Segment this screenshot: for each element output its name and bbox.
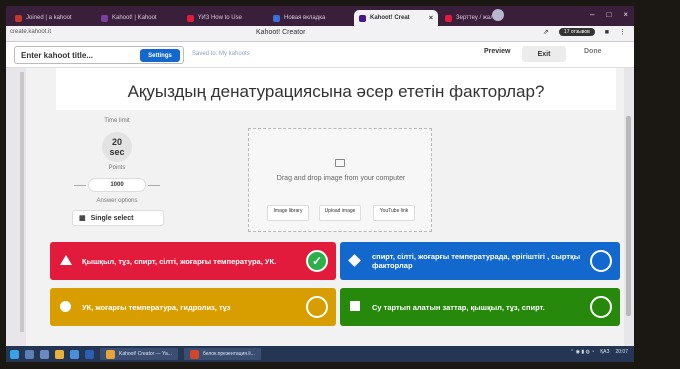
- url-field[interactable]: create.kahoot.it: [10, 29, 51, 35]
- image-library-button[interactable]: Image library: [267, 205, 309, 221]
- correct-answer-toggle[interactable]: [590, 296, 612, 318]
- extension-icon[interactable]: ⇗: [543, 28, 549, 36]
- time-unit: sec: [109, 147, 125, 157]
- points-label: Points: [108, 165, 126, 171]
- points-selector[interactable]: 1000: [88, 178, 146, 192]
- minimize-icon[interactable]: –: [590, 10, 594, 19]
- address-bar: create.kahoot.it Kahoot! Creator ⇗ 17 от…: [6, 26, 634, 42]
- taskbar-app-powerpoint[interactable]: белок.презентация.li...: [183, 348, 261, 360]
- diamond-icon: [348, 254, 361, 267]
- menu-icon[interactable]: ⋮: [619, 28, 626, 36]
- browser-tab[interactable]: Kahoot! | Kahoot: [96, 10, 180, 26]
- kahoot-header: Enter kahoot title... Settings Saved to:…: [6, 42, 634, 68]
- answer-text[interactable]: Қышқыл, тұз, спирт, сілті, жоғарғы темпе…: [82, 257, 276, 266]
- circle-icon: [60, 301, 71, 312]
- system-tray: ⌃ ◉ ▮ ◍ ◔ ҚАЗ 20:07: [570, 349, 628, 355]
- preview-button[interactable]: Preview: [484, 48, 510, 55]
- answer-option-1[interactable]: Қышқыл, тұз, спирт, сілті, жоғарғы темпе…: [50, 242, 336, 280]
- settings-button[interactable]: Settings: [140, 49, 180, 62]
- browser-tab-strip: Joined | a kahoot Kahoot! | Kahoot ҮИЗ H…: [6, 6, 634, 26]
- window-controls: – □ ×: [590, 10, 628, 19]
- tray-icons[interactable]: ⌃ ◉ ▮ ◍ ◔: [570, 349, 594, 355]
- answer-text[interactable]: УК, жоғарғы температура, гидролиз, тұз: [82, 303, 231, 312]
- tab-favicon-icon: [15, 14, 22, 22]
- browser-tab[interactable]: Joined | a kahoot: [10, 10, 94, 26]
- tab-favicon-icon: [445, 14, 452, 22]
- search-icon[interactable]: [25, 349, 34, 359]
- start-icon[interactable]: [10, 349, 19, 359]
- tab-favicon-icon: [101, 14, 108, 22]
- correct-answer-toggle[interactable]: ✓: [306, 250, 328, 272]
- browser-extensions: ⇗ 17 отзывов ■ ⋮: [543, 28, 626, 36]
- browser-tab[interactable]: Новая вкладка: [268, 10, 352, 26]
- bookmark-icon[interactable]: ■: [605, 29, 609, 36]
- correct-answer-toggle[interactable]: [590, 250, 612, 272]
- answer-options-label: Answer options: [96, 198, 138, 204]
- word-icon[interactable]: [85, 349, 94, 359]
- store-icon[interactable]: [70, 349, 79, 359]
- image-dropzone[interactable]: Drag and drop image from your computer I…: [248, 128, 432, 232]
- laptop-screen: Joined | a kahoot Kahoot! | Kahoot ҮИЗ H…: [6, 6, 634, 362]
- page-title: Kahoot! Creator: [256, 29, 306, 36]
- close-tab-icon[interactable]: ×: [429, 15, 433, 22]
- points-slider-right: [148, 185, 160, 186]
- triangle-icon: [60, 255, 72, 265]
- task-view-icon[interactable]: [40, 349, 49, 359]
- file-explorer-icon[interactable]: [55, 349, 64, 359]
- answer-text[interactable]: спирт, сілті, жоғарғы температурада, ері…: [372, 252, 584, 270]
- points-slider-left: [74, 185, 86, 186]
- upload-image-button[interactable]: Upload image: [319, 205, 361, 221]
- answer-option-value: Single select: [90, 214, 134, 222]
- dropzone-text: Drag and drop image from your computer: [276, 175, 406, 182]
- time-limit-selector[interactable]: 20 sec: [102, 132, 132, 162]
- saved-status: Saved to: My kahoots: [192, 51, 250, 57]
- done-button[interactable]: Done: [584, 48, 602, 55]
- answer-options-select[interactable]: ▦ Single select: [72, 210, 164, 226]
- browser-tab[interactable]: ҮИЗ How to Use: [182, 10, 266, 26]
- question-editor: Ақуыздың денатурациясына әсер ететін фак…: [26, 68, 624, 346]
- powerpoint-icon: [189, 349, 199, 359]
- answer-option-2[interactable]: спирт, сілті, жоғарғы температурада, ері…: [340, 242, 620, 280]
- answer-option-4[interactable]: Су тартып алатын заттар, қышқыл, тұз, сп…: [340, 288, 620, 326]
- browser-tab-active[interactable]: Kahoot! Creat ×: [354, 10, 438, 26]
- time-value: 20: [111, 137, 122, 147]
- grid-icon: ▦: [79, 215, 86, 222]
- taskbar-app-browser[interactable]: Kahoot! Creator — Ya...: [100, 348, 178, 360]
- image-icon: [335, 159, 345, 167]
- browser-icon: [106, 349, 115, 359]
- profile-avatar[interactable]: [492, 9, 504, 21]
- clock[interactable]: 20:07: [615, 349, 628, 355]
- browser-tab[interactable]: Зерттеу / жалпы: [440, 10, 524, 26]
- time-limit-label: Time limit: [104, 118, 130, 124]
- youtube-link-button[interactable]: YouTube link: [373, 205, 415, 221]
- check-icon: ✓: [311, 253, 323, 268]
- tab-favicon-icon: [187, 14, 194, 22]
- answer-option-3[interactable]: УК, жоғарғы температура, гидролиз, тұз: [50, 288, 336, 326]
- correct-answer-toggle[interactable]: [306, 296, 328, 318]
- editor-scrollbar[interactable]: [626, 116, 631, 316]
- tab-favicon-icon: [273, 14, 280, 22]
- exit-button[interactable]: Exit: [522, 46, 566, 62]
- slide-panel-scrollbar[interactable]: [20, 72, 24, 332]
- windows-taskbar: Kahoot! Creator — Ya... белок.презентаци…: [6, 346, 634, 362]
- question-title-input[interactable]: Ақуыздың денатурациясына әсер ететін фак…: [56, 68, 616, 110]
- maximize-icon[interactable]: □: [606, 10, 611, 19]
- answer-text[interactable]: Су тартып алатын заттар, қышқыл, тұз, сп…: [372, 303, 545, 312]
- close-window-icon[interactable]: ×: [623, 10, 628, 19]
- square-icon: [350, 301, 360, 311]
- language-indicator[interactable]: ҚАЗ: [600, 349, 609, 355]
- reviews-badge[interactable]: 17 отзывов: [558, 28, 595, 36]
- tab-favicon-icon: [359, 14, 366, 22]
